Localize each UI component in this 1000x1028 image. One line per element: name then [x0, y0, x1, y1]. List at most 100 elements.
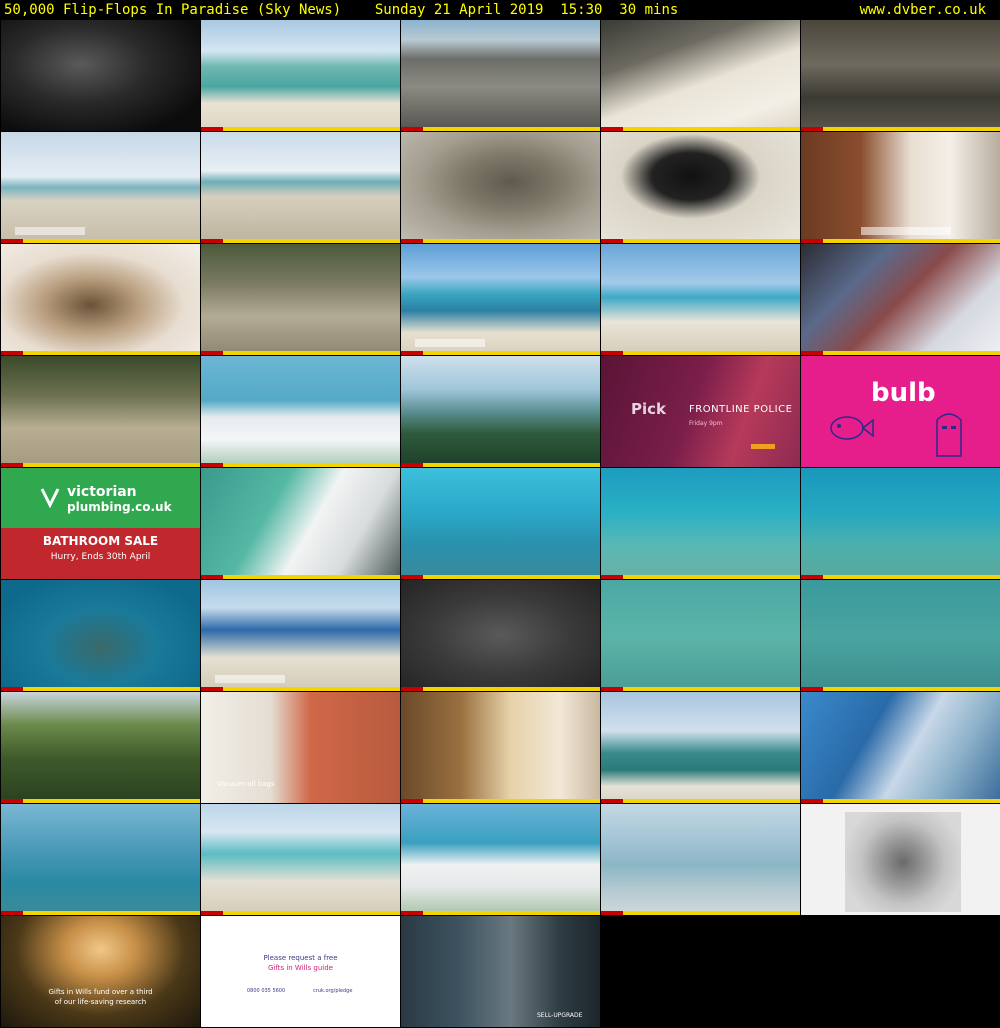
news-ticker: [601, 687, 800, 691]
bulb-advert[interactable]: bulb: [801, 356, 1000, 467]
request-line-1: Please request a free: [263, 954, 338, 962]
news-ticker: [801, 351, 1000, 355]
thumbnail[interactable]: Vacuum oil bags: [201, 692, 400, 803]
news-ticker: [201, 351, 400, 355]
news-ticker: [801, 575, 1000, 579]
caption-strip: [861, 227, 951, 235]
thumbnail[interactable]: [401, 468, 600, 579]
thumbnail[interactable]: [1, 692, 200, 803]
news-ticker: [201, 911, 400, 915]
gifts-in-wills-line-1: Gifts in Wills fund over a third: [48, 988, 153, 996]
thumbnail[interactable]: [601, 804, 800, 915]
thumbnail[interactable]: [601, 20, 800, 131]
thumbnail[interactable]: Gifts in Wills fund over a third of our …: [1, 916, 200, 1027]
news-ticker: [601, 799, 800, 803]
news-ticker: [401, 239, 600, 243]
cruk-advert[interactable]: Please request a free Gifts in Wills gui…: [201, 916, 400, 1027]
news-ticker: [1, 463, 200, 467]
thumbnail[interactable]: [801, 132, 1000, 243]
thumbnail[interactable]: [801, 20, 1000, 131]
request-line-2: Gifts in Wills guide: [268, 964, 333, 972]
pick-show-title: FRONTLINE POLICE: [689, 404, 793, 415]
gifts-in-wills-line-2: of our life-saving research: [54, 998, 147, 1006]
news-ticker: [601, 239, 800, 243]
thumbnail[interactable]: [801, 468, 1000, 579]
washing-machine-drum: [845, 812, 961, 912]
news-ticker: [1, 239, 200, 243]
thumbnail[interactable]: [201, 580, 400, 691]
brand-line-2: plumbing.co.uk: [67, 500, 172, 514]
thumbnail[interactable]: [401, 356, 600, 467]
thumbnail[interactable]: [1, 580, 200, 691]
thumbnail[interactable]: [601, 244, 800, 355]
sale-title: BATHROOM SALE: [42, 534, 159, 548]
pledge-url: cruk.org/pledge: [313, 988, 353, 994]
thumbnail[interactable]: [801, 580, 1000, 691]
news-ticker: [401, 575, 600, 579]
pick-advert[interactable]: Pick FRONTLINE POLICE Friday 9pm: [601, 356, 800, 467]
news-ticker: [401, 351, 600, 355]
news-ticker: [601, 351, 800, 355]
thumbnail[interactable]: [801, 244, 1000, 355]
thumbnail[interactable]: [601, 132, 800, 243]
news-ticker: [1, 687, 200, 691]
thumbnail[interactable]: [1, 244, 200, 355]
bulb-logo: bulb: [871, 378, 936, 408]
thumbnail[interactable]: [201, 356, 400, 467]
news-ticker: [801, 239, 1000, 243]
thumbnail[interactable]: [201, 20, 400, 131]
thumbnail[interactable]: [201, 132, 400, 243]
thumbnail[interactable]: [401, 132, 600, 243]
thumbnail[interactable]: [801, 804, 1000, 915]
statue-illustration-icon: [936, 413, 962, 457]
news-ticker: [601, 575, 800, 579]
victorian-plumbing-advert[interactable]: victorian plumbing.co.uk BATHROOM SALE H…: [1, 468, 200, 579]
thumbnail[interactable]: [401, 580, 600, 691]
news-ticker: [201, 127, 400, 131]
thumbnail[interactable]: SELL-UPGRADE: [401, 916, 600, 1027]
thumbnail[interactable]: [201, 468, 400, 579]
news-ticker: [401, 799, 600, 803]
thumbnail[interactable]: [1, 804, 200, 915]
news-ticker: [1, 799, 200, 803]
thumbnail[interactable]: [1, 20, 200, 131]
thumbnail[interactable]: [401, 20, 600, 131]
site-link[interactable]: www.dvber.co.uk: [860, 0, 986, 20]
thumbnail[interactable]: [201, 804, 400, 915]
thumbnail[interactable]: [401, 804, 600, 915]
thumbnail[interactable]: [601, 468, 800, 579]
pick-logo: Pick: [631, 400, 667, 418]
thumbnail[interactable]: [601, 580, 800, 691]
brand-line-1: victorian: [67, 484, 137, 500]
thumbnail[interactable]: [401, 244, 600, 355]
header-bar: 50,000 Flip-Flops In Paradise (Sky News)…: [0, 0, 1000, 20]
fish-illustration-icon: [830, 416, 874, 440]
caption-strip: [15, 227, 85, 235]
news-ticker: [201, 575, 400, 579]
phone-number: 0800 035 5600: [247, 988, 286, 994]
caption-strip: [215, 675, 285, 683]
news-ticker: [201, 687, 400, 691]
on-screen-caption: Vacuum oil bags: [217, 780, 275, 788]
thumbnail[interactable]: [801, 692, 1000, 803]
news-ticker: [801, 799, 1000, 803]
plumbing-logo-icon: [40, 488, 60, 508]
news-ticker: [1, 911, 200, 915]
thumbnail[interactable]: [201, 244, 400, 355]
news-ticker: [801, 687, 1000, 691]
news-ticker: [201, 239, 400, 243]
programme-title: 50,000 Flip-Flops In Paradise (Sky News)…: [4, 2, 679, 18]
thumbnail[interactable]: [1, 132, 200, 243]
pick-show-time: Friday 9pm: [689, 420, 723, 427]
on-screen-caption: SELL-UPGRADE: [537, 1012, 583, 1019]
news-ticker: [401, 687, 600, 691]
thumbnail[interactable]: [401, 692, 600, 803]
thumbnail[interactable]: [1, 356, 200, 467]
news-ticker: [401, 127, 600, 131]
news-ticker: [1, 351, 200, 355]
thumbnail[interactable]: [601, 692, 800, 803]
sale-subtitle: Hurry, Ends 30th April: [50, 552, 151, 562]
thumbnail-grid: Pick FRONTLINE POLICE Friday 9pm bulb vi…: [0, 20, 1000, 1028]
news-ticker: [201, 463, 400, 467]
news-ticker: [401, 911, 600, 915]
